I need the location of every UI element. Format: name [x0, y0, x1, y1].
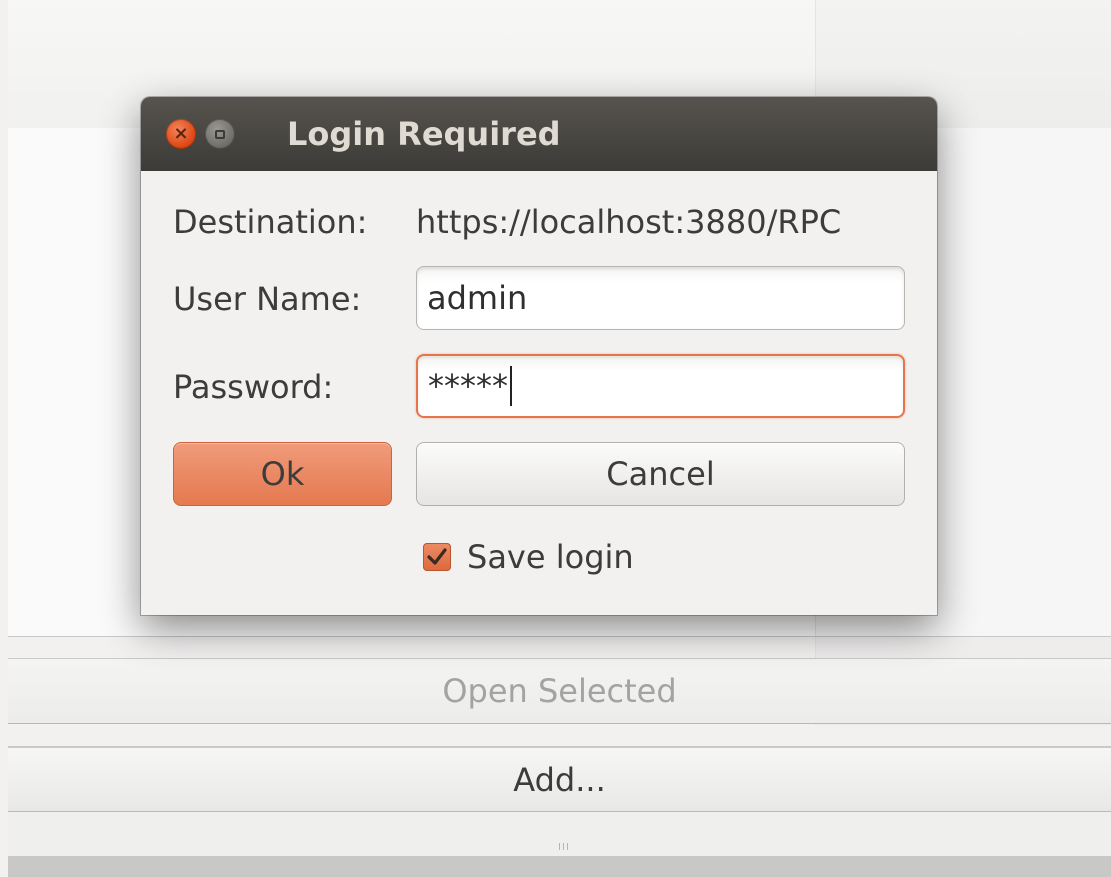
add-label: Add... [513, 760, 606, 799]
login-dialog: × Login Required Destination: https://lo… [141, 97, 937, 615]
username-label: User Name: [173, 280, 362, 318]
divider [8, 636, 1111, 637]
destination-label: Destination: [173, 203, 368, 241]
maximize-icon[interactable] [205, 119, 235, 149]
save-login-label: Save login [467, 538, 634, 576]
cancel-button[interactable]: Cancel [416, 442, 905, 506]
username-field[interactable]: admin [416, 266, 905, 330]
username-value: admin [427, 279, 528, 317]
password-label: Password: [173, 368, 334, 406]
open-selected-label: Open Selected [442, 672, 677, 710]
checkmark-icon [427, 548, 447, 565]
password-value: ***** [428, 367, 508, 405]
text-cursor [510, 366, 512, 406]
save-login-row[interactable]: Save login [423, 535, 634, 579]
add-button[interactable]: Add... [8, 747, 1111, 812]
background-footer [8, 856, 1111, 877]
destination-value: https://localhost:3880/RPC [416, 203, 842, 241]
ok-button[interactable]: Ok [173, 442, 392, 506]
resize-grip-icon[interactable] [553, 843, 573, 851]
password-field[interactable]: ***** [416, 354, 905, 418]
save-login-checkbox[interactable] [423, 543, 451, 571]
dialog-titlebar[interactable]: × Login Required [141, 97, 937, 171]
dialog-title: Login Required [287, 115, 561, 153]
ok-label: Ok [260, 455, 305, 493]
open-selected-button[interactable]: Open Selected [8, 658, 1111, 724]
close-icon[interactable]: × [166, 119, 196, 149]
cancel-label: Cancel [606, 455, 715, 493]
